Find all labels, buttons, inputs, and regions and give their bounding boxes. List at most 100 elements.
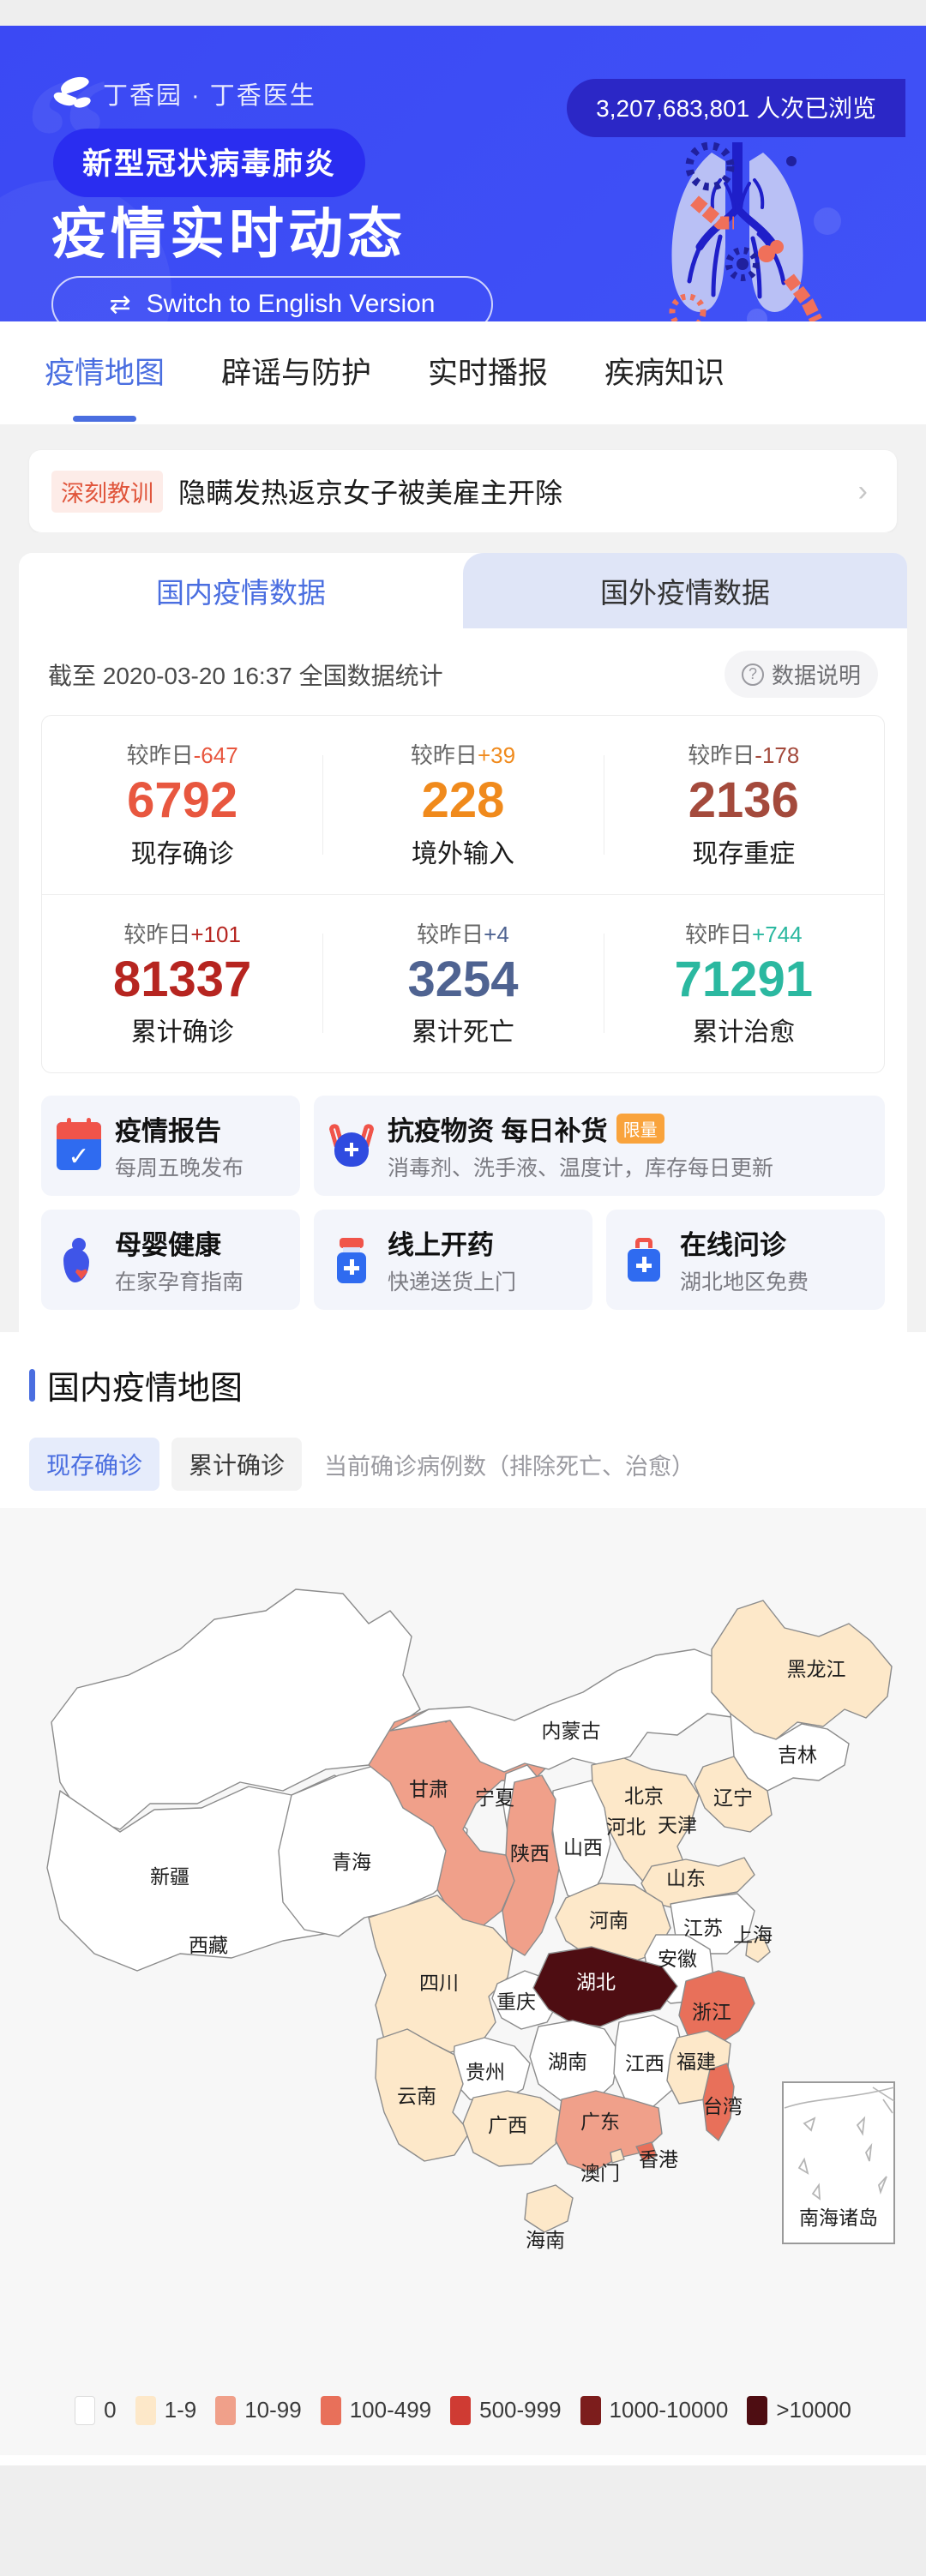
province-label-gansu: 甘肃 [409, 1778, 448, 1800]
service-card-supplies[interactable]: 抗疫物资 每日补货 限量 消毒剂、洗手液、温度计，库存每日更新 [314, 1096, 885, 1196]
map-toggle-current-confirmed[interactable]: 现存确诊 [29, 1438, 160, 1491]
legend-label: 100-499 [349, 2397, 432, 2423]
map-metric-toggle[interactable]: 现存确诊 累计确诊 当前确诊病例数（排除死亡、治愈） [0, 1408, 926, 1508]
stat-delta-value: +4 [484, 921, 509, 947]
stat-value: 71291 [674, 951, 813, 1007]
service-card-online-consult[interactable]: 在线问诊 湖北地区免费 [606, 1210, 885, 1310]
legend-label: 0 [104, 2397, 117, 2423]
province-hainan [524, 2184, 574, 2233]
switch-language-button[interactable]: ⇄ Switch to English Version [51, 276, 493, 321]
stat-delta-value: +744 [752, 921, 803, 947]
province-label-liaoning: 辽宁 [713, 1786, 753, 1809]
service-subtitle: 消毒剂、洗手液、温度计，库存每日更新 [388, 1156, 774, 1180]
stat-severe[interactable]: 较昨日-178 2136 现存重症 [603, 716, 884, 894]
stats-row-1: 较昨日-647 6792 现存确诊 较昨日+39 228 境外输入 较昨日-17… [42, 716, 884, 895]
province-label-hebei: 河北 [606, 1816, 646, 1838]
data-explanation-button[interactable]: ? 数据说明 [724, 651, 878, 698]
stat-delta-value: -647 [193, 742, 238, 768]
news-banner[interactable]: 深刻教训 隐瞒发热返京女子被美雇主开除 › [29, 450, 897, 532]
tab-live-report[interactable]: 实时播报 [428, 349, 548, 398]
province-label-taiwan: 台湾 [703, 2095, 743, 2117]
legend-item-6: >10000 [747, 2395, 851, 2425]
stat-delta: 较昨日+744 [685, 921, 803, 947]
medical-kit-icon [622, 1236, 666, 1284]
legend-swatch [75, 2395, 96, 2425]
service-card-epidemic-report[interactable]: ✓ 疫情报告 每周五晚发布 [41, 1096, 300, 1196]
stat-value: 81337 [113, 951, 252, 1007]
stat-delta: 较昨日-647 [126, 742, 238, 768]
map-toggle-total-confirmed[interactable]: 累计确诊 [171, 1438, 303, 1491]
legend-swatch [747, 2395, 768, 2425]
stat-total-recovered[interactable]: 较昨日+744 71291 累计治愈 [603, 895, 884, 1073]
tab-disease-knowledge[interactable]: 疾病知识 [604, 349, 725, 398]
stats-row-2: 较昨日+101 81337 累计确诊 较昨日+4 3254 累计死亡 较昨日+7… [42, 895, 884, 1073]
china-map-svg[interactable]: 新疆 黑龙江 吉林 辽宁 内蒙古 北京 天津 河北 山西 山东 宁夏 甘肃 青海… [0, 1508, 926, 2365]
china-choropleth-map[interactable]: 新疆 黑龙江 吉林 辽宁 内蒙古 北京 天津 河北 山西 山东 宁夏 甘肃 青海… [0, 1508, 926, 2365]
legend-swatch [450, 2395, 472, 2425]
chevron-right-icon[interactable]: › [858, 475, 875, 508]
tab-epidemic-map[interactable]: 疫情地图 [45, 349, 165, 398]
province-label-chongqing: 重庆 [496, 1991, 536, 2013]
stat-label: 累计治愈 [692, 1018, 796, 1047]
data-tabs[interactable]: 国内疫情数据 国外疫情数据 [19, 553, 907, 628]
province-label-tianjin: 天津 [658, 1814, 697, 1836]
province-label-hunan: 湖南 [548, 2051, 587, 2073]
stats-grid: 较昨日-647 6792 现存确诊 较昨日+39 228 境外输入 较昨日-17… [41, 715, 885, 1073]
stat-delta: 较昨日+4 [417, 921, 509, 947]
service-title: 在线问诊 [680, 1230, 786, 1260]
switch-language-label: Switch to English Version [146, 290, 436, 318]
legend-swatch [135, 2395, 156, 2425]
service-title: 抗疫物资 每日补货 限量 [388, 1109, 773, 1148]
stat-delta: 较昨日-178 [688, 742, 800, 768]
province-label-henan: 河南 [589, 1909, 628, 1931]
legend-label: 10-99 [244, 2397, 302, 2423]
map-section: 国内疫情地图 现存确诊 累计确诊 当前确诊病例数（排除死亡、治愈） 新疆 黑龙江… [0, 1332, 926, 2465]
pregnant-woman-icon [57, 1236, 101, 1284]
service-card-online-prescription[interactable]: 线上开药 快递送货上门 [314, 1210, 592, 1310]
question-circle-icon: ? [741, 663, 764, 686]
service-row-2: 母婴健康 在家孕育指南 线上开药 快递送货上门 在线问诊 湖北地区免费 [41, 1210, 885, 1310]
legend-swatch [580, 2395, 601, 2425]
stat-total-confirmed[interactable]: 较昨日+101 81337 累计确诊 [42, 895, 322, 1073]
stat-label: 现存重症 [692, 839, 796, 868]
province-label-zhejiang: 浙江 [692, 2001, 731, 2023]
hero-banner: “ 丁香园 · 丁香医生 3,207,683,801 人次已浏览 新型冠状病毒肺… [0, 26, 926, 321]
province-label-ningxia: 宁夏 [475, 1786, 514, 1809]
province-label-qinghai: 青海 [332, 1851, 371, 1873]
swap-arrows-icon: ⇄ [109, 290, 131, 319]
service-subtitle: 快递送货上门 [388, 1270, 517, 1294]
tab-rumor-protection[interactable]: 辟谣与防护 [221, 349, 371, 398]
service-subtitle: 每周五晚发布 [115, 1156, 244, 1180]
stat-imported[interactable]: 较昨日+39 228 境外输入 [322, 716, 603, 894]
tab-overseas-data[interactable]: 国外疫情数据 [463, 553, 907, 628]
legend-item-3: 100-499 [320, 2395, 432, 2425]
province-label-jilin: 吉林 [778, 1744, 817, 1766]
stat-total-deaths[interactable]: 较昨日+4 3254 累计死亡 [322, 895, 603, 1073]
inset-label-south-sea-islands: 南海诸岛 [799, 2207, 878, 2229]
province-label-shandong: 山东 [666, 1867, 706, 1889]
service-cards: ✓ 疫情报告 每周五晚发布 抗疫物资 每日补货 限量 消毒剂、洗手液、温度计，库… [19, 1073, 907, 1332]
province-label-neimenggu: 内蒙古 [542, 1720, 601, 1742]
stat-delta-value: +39 [477, 742, 516, 768]
service-title: 线上开药 [388, 1230, 494, 1260]
province-label-yunnan: 云南 [397, 2085, 436, 2107]
province-label-hainan: 海南 [526, 2229, 565, 2251]
news-badge: 深刻教训 [51, 470, 163, 513]
medicine-bottle-icon [329, 1236, 374, 1284]
disease-tagline: 新型冠状病毒肺炎 [53, 129, 366, 197]
leaf-logo-icon [53, 76, 93, 111]
stat-current-confirmed[interactable]: 较昨日-647 6792 现存确诊 [42, 716, 322, 894]
province-label-anhui: 安徽 [658, 1948, 697, 1970]
stat-label: 现存确诊 [130, 839, 234, 868]
legend-item-5: 1000-10000 [580, 2395, 728, 2425]
service-subtitle: 在家孕育指南 [115, 1270, 244, 1294]
south-sea-islands-inset: 南海诸岛 [782, 2081, 895, 2244]
stat-delta: 较昨日+101 [123, 921, 241, 947]
service-card-maternal-health[interactable]: 母婴健康 在家孕育指南 [41, 1210, 300, 1310]
province-label-shanghai: 上海 [733, 1924, 773, 1946]
lungs-illustration [669, 141, 841, 321]
province-label-aomen: 澳门 [580, 2162, 620, 2184]
section-gap [0, 424, 926, 443]
main-nav-tabs[interactable]: 疫情地图 辟谣与防护 实时播报 疾病知识 [0, 321, 926, 424]
tab-domestic-data[interactable]: 国内疫情数据 [19, 553, 463, 628]
